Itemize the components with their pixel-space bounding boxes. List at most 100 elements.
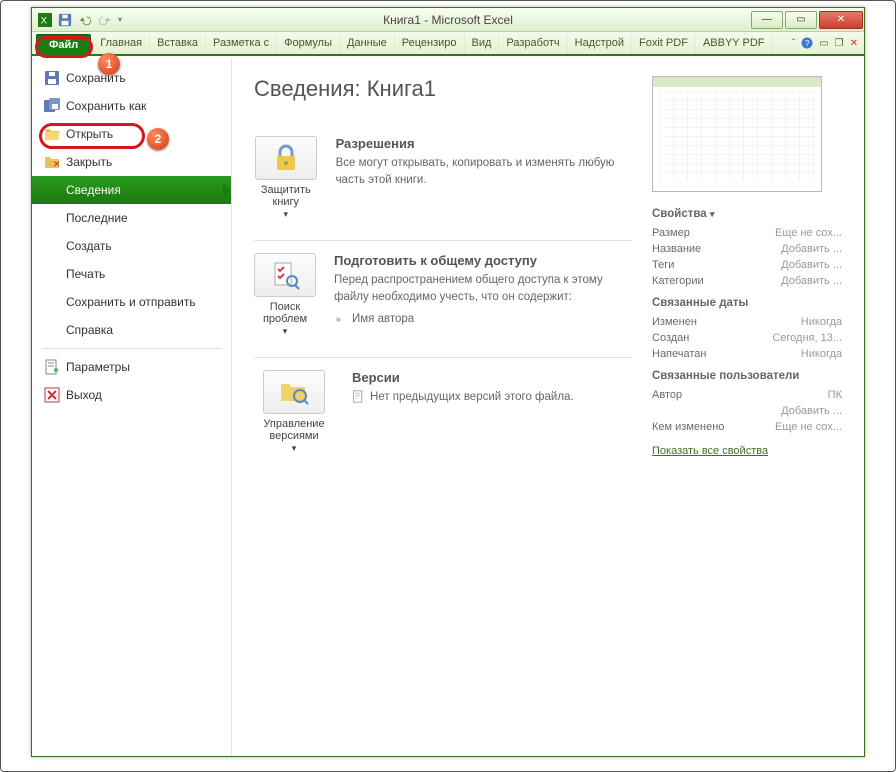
sidebar-item-label: Сохранить как [66, 99, 146, 113]
section-text: Перед распространением общего доступа к … [334, 272, 632, 305]
prop-key: Изменен [652, 316, 697, 328]
prop-key: Напечатан [652, 348, 706, 360]
prop-value: Еще не сох... [775, 227, 842, 239]
ribbon-caret-icon[interactable]: ˆ [792, 38, 795, 49]
sidebar-item-exit[interactable]: Выход [32, 381, 231, 409]
prop-key: Кем изменено [652, 421, 724, 433]
prop-value: Никогда [801, 348, 842, 360]
sidebar-item-open[interactable]: Открыть [32, 120, 231, 148]
mdi-close-icon[interactable]: ✕ [850, 38, 858, 49]
ribbon-tabs: Файл Главная Вставка Разметка с Формулы … [32, 32, 864, 56]
tab-foxit[interactable]: Foxit PDF [632, 32, 696, 54]
section-text: Нет предыдущих версий этого файла. [352, 389, 574, 406]
button-label: Поиск проблем [254, 301, 316, 325]
props-header[interactable]: Свойства ▾ [652, 208, 842, 220]
folder-open-icon [44, 126, 60, 142]
document-thumbnail[interactable] [652, 76, 822, 192]
page-icon [352, 390, 365, 403]
sidebar-item-save[interactable]: Сохранить [32, 64, 231, 92]
help-icon[interactable]: ? [801, 37, 813, 49]
prop-key: Название [652, 243, 701, 255]
tab-formulas[interactable]: Формулы [277, 32, 340, 54]
button-label: Управление версиями [254, 418, 334, 442]
prop-value[interactable]: Добавить ... [781, 275, 842, 287]
properties-panel: Свойства ▾ Размер Еще не сох... Название Д… [652, 76, 842, 738]
prop-value: Сегодня, 13... [772, 332, 842, 344]
prop-key: Размер [652, 227, 690, 239]
prop-key: Теги [652, 259, 674, 271]
section-title: Версии [352, 370, 574, 385]
annotation-badge-2: 2 [147, 128, 169, 150]
tab-abbyy[interactable]: ABBYY PDF [696, 32, 773, 54]
section-title: Разрешения [336, 136, 632, 151]
sidebar-item-label: Закрыть [66, 155, 112, 169]
sidebar-item-saveas[interactable]: Сохранить как [32, 92, 231, 120]
svg-text:?: ? [805, 39, 810, 48]
close-doc-icon: ✕ [44, 154, 60, 170]
sidebar-item-label: Создать [66, 239, 112, 253]
section-title: Подготовить к общему доступу [334, 253, 632, 268]
titlebar: X ▾ Книга1 - Microsoft Excel — ▭ ✕ [32, 8, 864, 32]
backstage-sidebar: Сохранить Сохранить как Открыть ✕ Закрыт… [32, 58, 232, 756]
prop-value: Еще не сох... [775, 421, 842, 433]
tab-data[interactable]: Данные [340, 32, 395, 54]
svg-text:✕: ✕ [53, 159, 60, 169]
options-icon [44, 359, 60, 375]
sidebar-item-label: Сохранить [66, 71, 126, 85]
prop-key: Создан [652, 332, 689, 344]
sidebar-item-help[interactable]: Справка [32, 316, 231, 344]
page-title: Сведения: Книга1 [254, 76, 632, 102]
sidebar-item-label: Сохранить и отправить [66, 295, 196, 309]
sidebar-item-new[interactable]: Создать [32, 232, 231, 260]
add-author[interactable]: Добавить ... [781, 405, 842, 417]
protect-workbook-button[interactable]: Защитить книгу▾ [254, 136, 318, 220]
sidebar-item-info[interactable]: Сведения [32, 176, 231, 204]
show-all-properties[interactable]: Показать все свойства [652, 445, 768, 457]
sidebar-item-label: Справка [66, 323, 113, 337]
users-header: Связанные пользователи [652, 370, 842, 382]
info-main: Сведения: Книга1 Защитить книгу▾ Разреше… [254, 76, 632, 738]
lock-icon [270, 142, 302, 174]
tab-insert[interactable]: Вставка [150, 32, 206, 54]
sidebar-item-print[interactable]: Печать [32, 260, 231, 288]
sidebar-item-label: Печать [66, 267, 105, 281]
sidebar-item-label: Сведения [66, 183, 121, 197]
tab-addins[interactable]: Надстрой [568, 32, 632, 54]
prop-value: ПК [828, 389, 842, 401]
button-label: Защитить книгу [254, 184, 318, 208]
annotation-badge-1: 1 [98, 53, 120, 75]
mdi-min-icon[interactable]: ▭ [819, 38, 828, 49]
check-issues-button[interactable]: Поиск проблем▾ [254, 253, 316, 337]
prop-value[interactable]: Добавить ... [781, 243, 842, 255]
tab-developer[interactable]: Разработч [499, 32, 567, 54]
section-list-item: Имя автора [334, 311, 632, 327]
sidebar-item-label: Выход [66, 388, 102, 402]
sidebar-item-label: Последние [66, 211, 128, 225]
tab-layout[interactable]: Разметка с [206, 32, 277, 54]
window-title: Книга1 - Microsoft Excel [32, 13, 864, 27]
checklist-icon [269, 259, 301, 291]
save-icon [44, 70, 60, 86]
prop-key: Категории [652, 275, 704, 287]
sidebar-item-options[interactable]: Параметры [32, 353, 231, 381]
sidebar-item-recent[interactable]: Последние [32, 204, 231, 232]
dates-header: Связанные даты [652, 297, 842, 309]
sidebar-item-label: Параметры [66, 360, 130, 374]
tab-review[interactable]: Рецензиро [395, 32, 465, 54]
mdi-restore-icon[interactable]: ❐ [835, 38, 844, 49]
manage-versions-button[interactable]: Управление версиями▾ [254, 370, 334, 454]
section-text: Все могут открывать, копировать и изменя… [336, 155, 632, 188]
sidebar-item-label: Открыть [66, 127, 113, 141]
tab-file[interactable]: Файл [36, 34, 91, 54]
prop-value: Никогда [801, 316, 842, 328]
versions-icon [278, 376, 310, 408]
saveas-icon [44, 98, 60, 114]
prop-key: Автор [652, 389, 682, 401]
prop-value[interactable]: Добавить ... [781, 259, 842, 271]
sidebar-item-share[interactable]: Сохранить и отправить [32, 288, 231, 316]
tab-home[interactable]: Главная [93, 32, 150, 54]
app-window: X ▾ Книга1 - Microsoft Excel — ▭ ✕ Файл … [31, 7, 865, 757]
sidebar-item-close[interactable]: ✕ Закрыть [32, 148, 231, 176]
tab-view[interactable]: Вид [465, 32, 500, 54]
exit-icon [44, 387, 60, 403]
